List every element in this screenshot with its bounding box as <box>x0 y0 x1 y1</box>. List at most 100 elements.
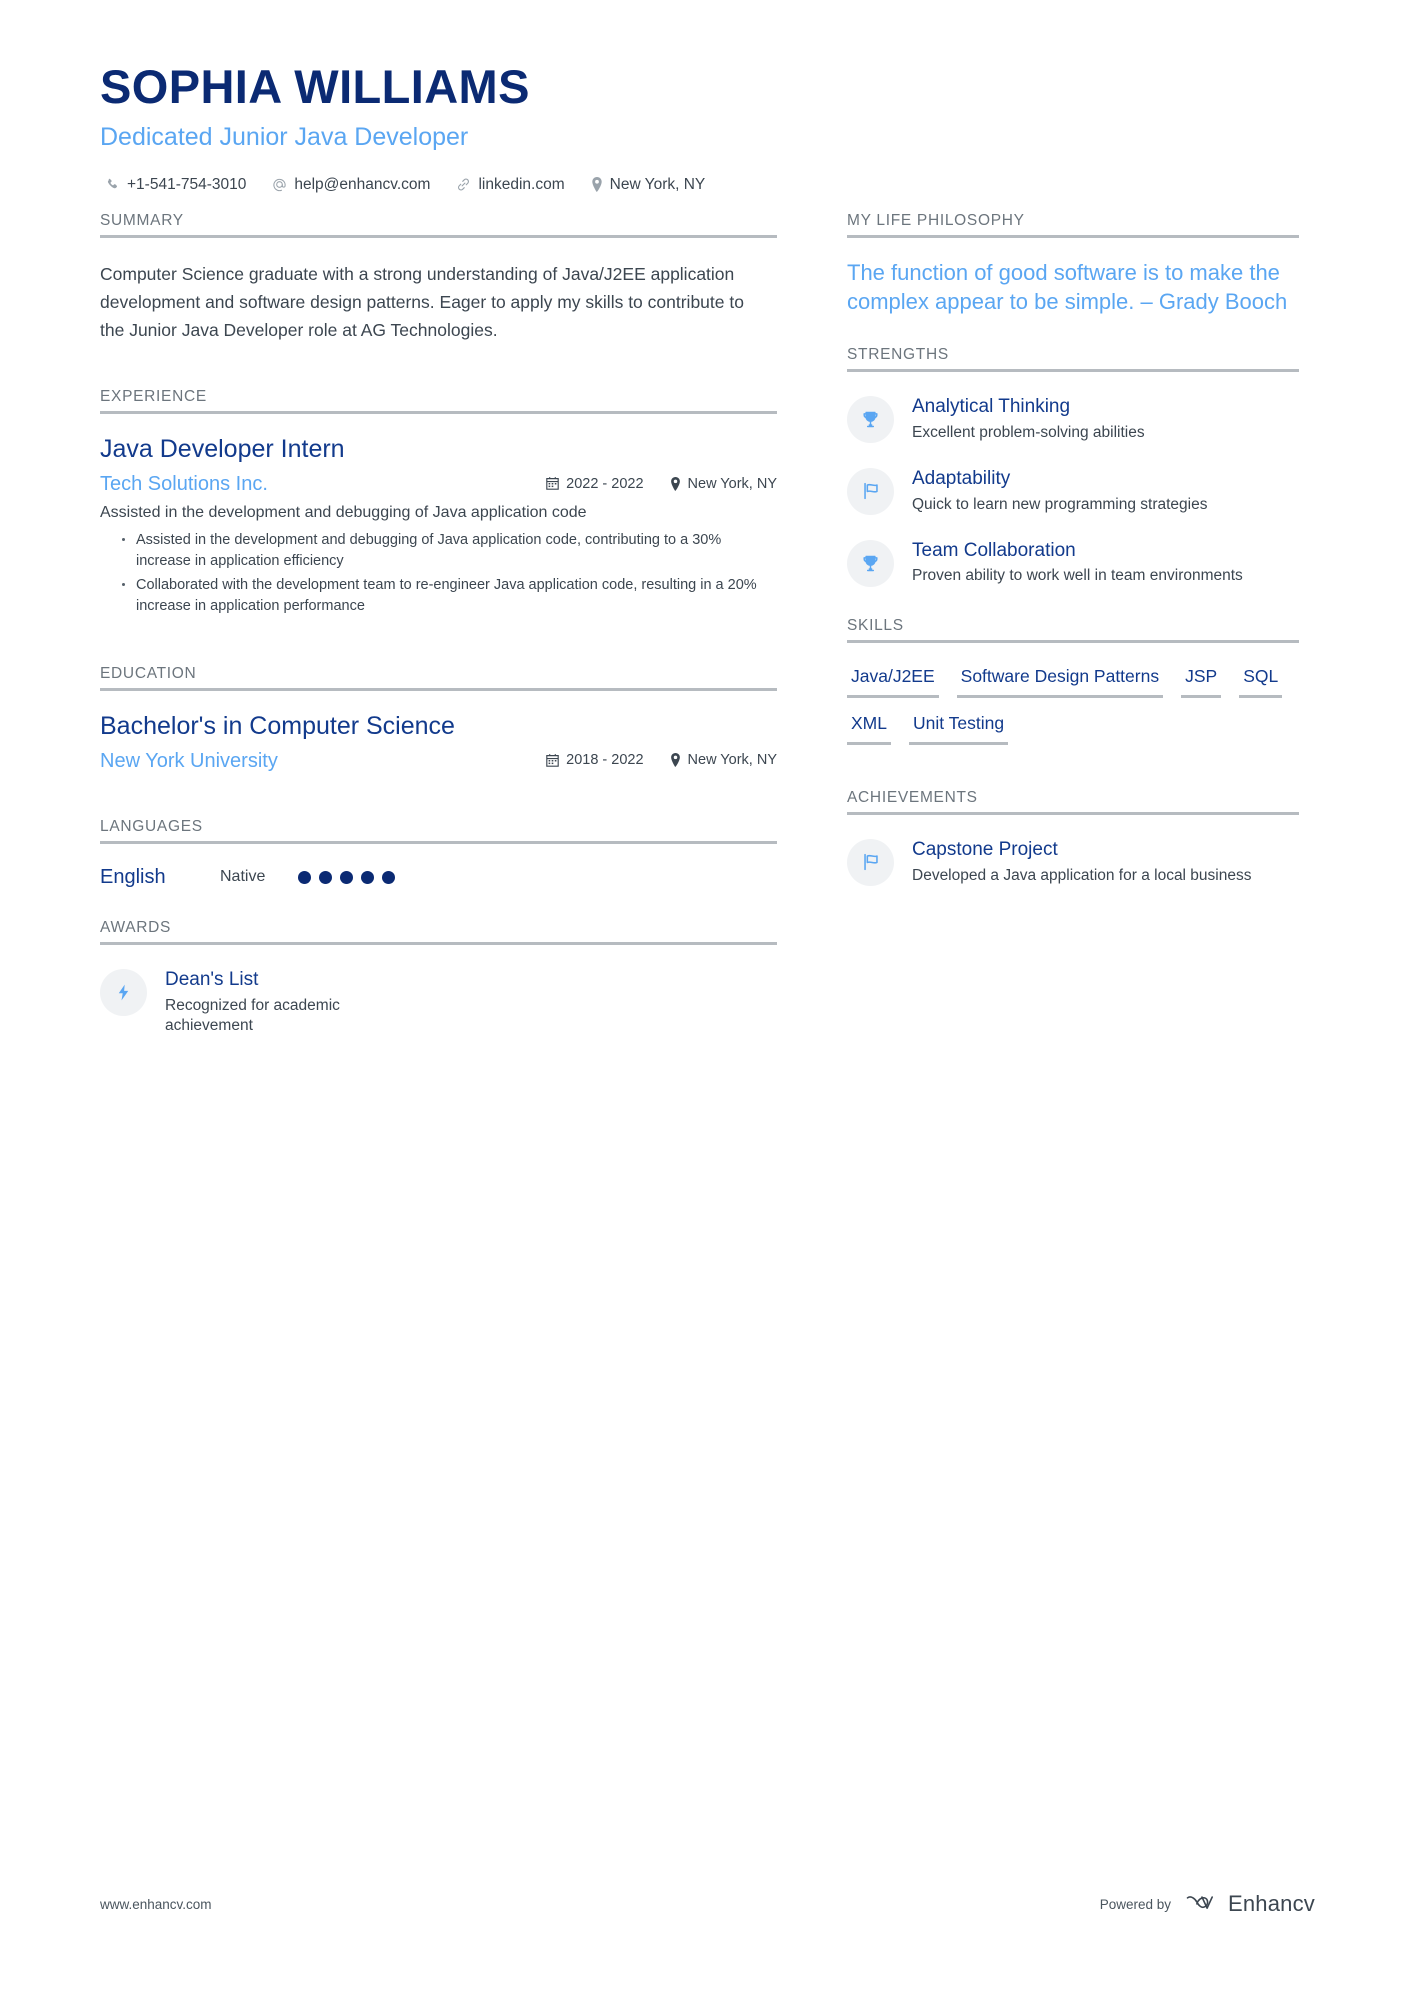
contact-row: +1-541-754-3010 help@enhancv.com linkedi… <box>100 176 1315 194</box>
skill-tag: JSP <box>1181 665 1222 699</box>
award-title: Dean's List <box>165 968 259 990</box>
strength-subtitle: Proven ability to work well in team envi… <box>912 567 1243 585</box>
section-rule <box>100 234 777 238</box>
award-text: Dean's List Recognized for academic achi… <box>165 967 395 1038</box>
flag-icon <box>847 838 894 886</box>
section-rule <box>847 369 1299 373</box>
experience-bullet: Assisted in the development and debuggin… <box>122 530 777 571</box>
footer-powered-by: Powered by Enhancv <box>1100 1891 1315 1917</box>
lightning-bolt-icon <box>100 968 147 1016</box>
education-location-text: New York, NY <box>687 752 777 769</box>
footer-website[interactable]: www.enhancv.com <box>100 1897 212 1912</box>
resume-footer: www.enhancv.com Powered by Enhancv <box>100 1891 1315 1917</box>
experience-bullet: Collaborated with the development team t… <box>122 575 777 616</box>
right-column: MY LIFE PHILOSOPHY The function of good … <box>847 212 1299 887</box>
skill-tag: Software Design Patterns <box>956 665 1164 699</box>
enhancv-brand: Enhancv <box>1185 1891 1315 1917</box>
proficiency-dot <box>361 870 374 884</box>
education-degree: Bachelor's in Computer Science <box>100 711 455 740</box>
section-languages: LANGUAGES English Native <box>100 818 777 889</box>
experience-location: New York, NY <box>670 476 777 492</box>
proficiency-dot <box>382 870 395 884</box>
section-rule <box>847 640 1299 644</box>
contact-phone[interactable]: +1-541-754-3010 <box>106 176 246 194</box>
language-proficiency-dots <box>298 870 395 884</box>
strength-item: Adaptability Quick to learn new programm… <box>847 466 1299 516</box>
strength-item: Analytical Thinking Excellent problem-so… <box>847 394 1299 444</box>
location-pin-icon <box>670 753 681 768</box>
section-rule <box>100 941 777 945</box>
proficiency-dot <box>319 870 332 884</box>
resume-header: SOPHIA WILLIAMS Dedicated Junior Java De… <box>0 0 1410 194</box>
language-name: English <box>100 865 166 888</box>
proficiency-dot <box>340 870 353 884</box>
section-education: EDUCATION Bachelor's in Computer Science… <box>100 665 777 774</box>
trophy-icon <box>847 396 894 444</box>
candidate-name: SOPHIA WILLIAMS <box>100 60 530 113</box>
contact-location-text: New York, NY <box>609 175 706 193</box>
location-pin-icon <box>591 177 603 193</box>
skill-tag: SQL <box>1239 665 1283 699</box>
language-row: English Native <box>100 866 777 889</box>
enhancv-logo-icon <box>1185 1893 1219 1916</box>
section-achievements: ACHIEVEMENTS Capstone Project Developed … <box>847 789 1299 887</box>
experience-dates: 2022 - 2022 <box>546 475 644 492</box>
contact-location: New York, NY <box>591 175 706 194</box>
experience-meta: 2022 - 2022 New York, NY <box>546 476 777 494</box>
education-meta: 2018 - 2022 New York, NY <box>546 752 777 770</box>
section-title-education: EDUCATION <box>100 664 197 682</box>
section-title-philosophy: MY LIFE PHILOSOPHY <box>847 211 1025 229</box>
strength-title: Team Collaboration <box>912 539 1076 561</box>
experience-role: Java Developer Intern <box>100 434 345 463</box>
strength-text: Adaptability Quick to learn new programm… <box>912 466 1208 516</box>
phone-icon <box>106 178 120 192</box>
section-awards: AWARDS Dean's List Recognized for academ… <box>100 919 777 1038</box>
proficiency-dot <box>298 870 311 884</box>
experience-company: Tech Solutions Inc. <box>100 473 268 495</box>
contact-email[interactable]: help@enhancv.com <box>272 176 430 194</box>
achievement-subtitle: Developed a Java application for a local… <box>912 866 1252 884</box>
section-philosophy: MY LIFE PHILOSOPHY The function of good … <box>847 212 1299 317</box>
section-title-skills: SKILLS <box>847 617 904 635</box>
calendar-icon <box>546 753 559 767</box>
section-title-summary: SUMMARY <box>100 211 184 229</box>
skill-tag: Java/J2EE <box>847 665 939 699</box>
award-item: Dean's List Recognized for academic achi… <box>100 967 777 1038</box>
section-rule <box>100 410 777 414</box>
powered-by-label: Powered by <box>1099 1896 1171 1912</box>
strength-subtitle: Excellent problem-solving abilities <box>912 424 1145 441</box>
resume-columns: SUMMARY Computer Science graduate with a… <box>0 194 1410 1038</box>
experience-description: Assisted in the development and debuggin… <box>100 504 587 521</box>
education-dates-text: 2018 - 2022 <box>566 752 644 769</box>
section-experience: EXPERIENCE Java Developer Intern Tech So… <box>100 388 777 617</box>
experience-bullets: Assisted in the development and debuggin… <box>100 530 777 616</box>
contact-linkedin[interactable]: linkedin.com <box>456 175 565 194</box>
education-dates: 2018 - 2022 <box>546 752 644 769</box>
section-rule <box>100 840 777 844</box>
language-level: Native <box>220 868 266 886</box>
achievement-text: Capstone Project Developed a Java applic… <box>912 837 1252 887</box>
section-skills: SKILLS Java/J2EE Software Design Pattern… <box>847 617 1299 745</box>
flag-icon <box>847 467 894 515</box>
section-rule <box>847 234 1299 238</box>
philosophy-quote: The function of good software is to make… <box>847 259 1288 314</box>
section-title-achievements: ACHIEVEMENTS <box>847 788 978 806</box>
resume-page: SOPHIA WILLIAMS Dedicated Junior Java De… <box>0 0 1410 1995</box>
strength-subtitle: Quick to learn new programming strategie… <box>912 495 1208 513</box>
contact-linkedin-text: linkedin.com <box>478 175 565 193</box>
strength-title: Adaptability <box>912 467 1011 489</box>
at-email-icon <box>272 177 287 192</box>
achievement-item: Capstone Project Developed a Java applic… <box>847 837 1299 887</box>
section-title-strengths: STRENGTHS <box>847 346 949 364</box>
experience-dates-text: 2022 - 2022 <box>566 475 644 492</box>
link-icon <box>456 177 471 192</box>
summary-text: Computer Science graduate with a strong … <box>100 263 744 340</box>
education-location: New York, NY <box>670 752 777 768</box>
skill-tag: XML <box>847 712 891 745</box>
education-school: New York University <box>100 749 278 772</box>
skill-tag: Unit Testing <box>908 712 1009 745</box>
